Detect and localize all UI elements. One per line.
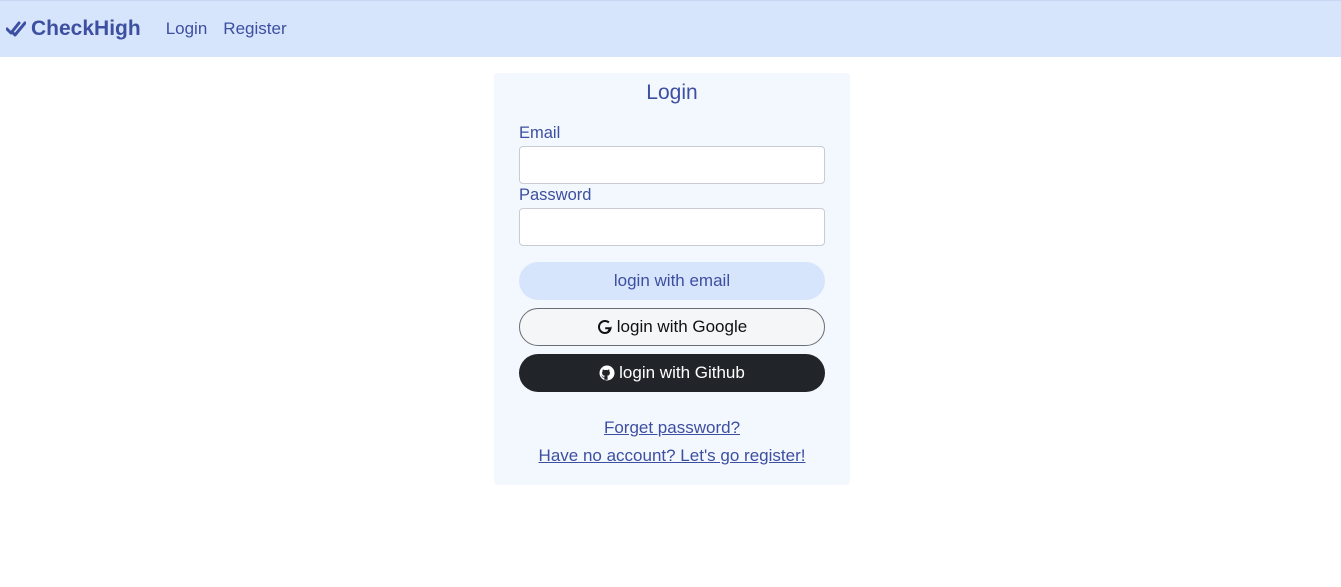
brand-logo-link[interactable]: CheckHigh <box>6 17 141 41</box>
top-navbar: CheckHigh Login Register <box>0 0 1341 57</box>
double-check-icon <box>6 19 26 39</box>
email-label: Email <box>519 124 561 142</box>
login-with-email-label: login with email <box>613 271 731 290</box>
login-with-google-button[interactable]: login with Google <box>519 308 825 346</box>
login-with-github-button[interactable]: login with Github <box>519 354 825 392</box>
login-with-google-label: login with Google <box>616 317 748 336</box>
password-label: Password <box>519 186 592 204</box>
nav-register-link[interactable]: Register <box>223 19 286 39</box>
github-icon <box>599 365 615 381</box>
email-input[interactable] <box>519 146 825 184</box>
forget-password-link[interactable]: Forget password? <box>494 418 850 438</box>
login-card: Login Email Password login with email lo… <box>494 73 850 485</box>
google-icon <box>597 319 613 335</box>
login-with-github-label: login with Github <box>619 363 745 382</box>
register-link[interactable]: Have no account? Let's go register! <box>494 446 850 466</box>
brand-name: CheckHigh <box>31 17 141 40</box>
login-title: Login <box>646 81 698 104</box>
login-with-email-button[interactable]: login with email <box>519 262 825 300</box>
nav-login-link[interactable]: Login <box>166 19 208 39</box>
password-input[interactable] <box>519 208 825 246</box>
